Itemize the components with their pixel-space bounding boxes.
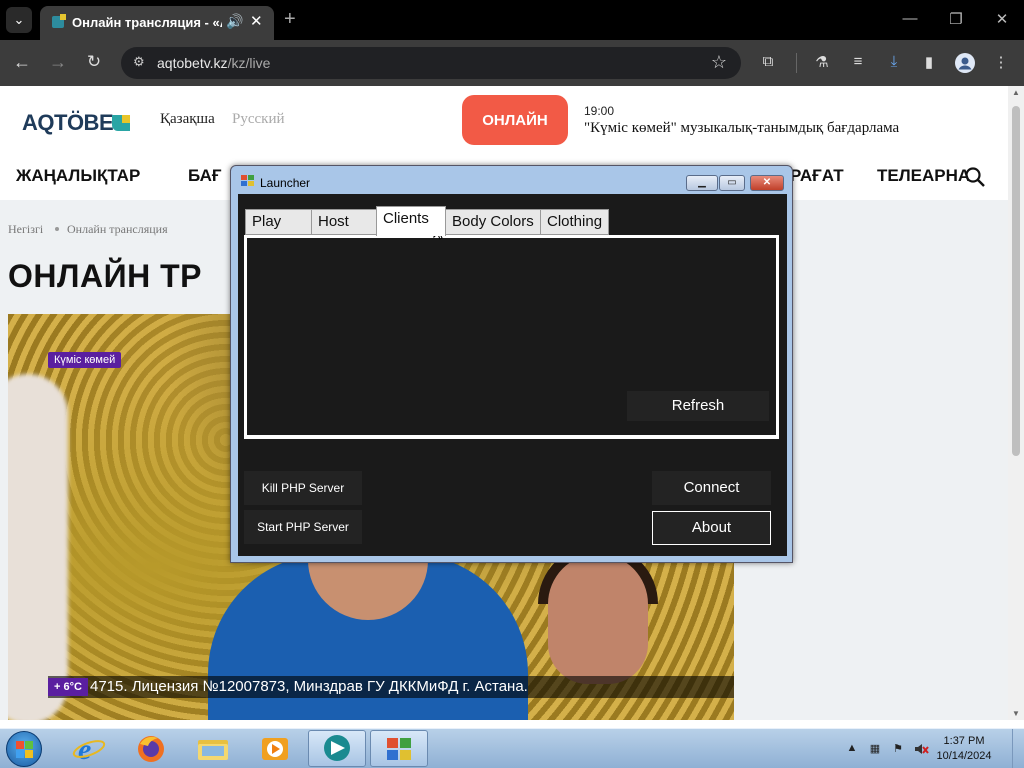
video-performer-left bbox=[8, 374, 68, 720]
browser-tab-bar: ⌄ Онлайн трансляция - «AQ 🔊 ✕ + — ❐ ✕ bbox=[0, 0, 1024, 40]
start-button[interactable] bbox=[6, 731, 42, 767]
firefox-icon[interactable] bbox=[122, 730, 180, 767]
news-ticker: + 6°C 4715. Лицензия №12007873, Минздрав… bbox=[48, 676, 734, 698]
logo-mark-icon bbox=[112, 115, 130, 131]
site-logo[interactable]: AQTÖBE bbox=[22, 110, 114, 136]
close-button[interactable]: ✕ bbox=[990, 10, 1014, 28]
breadcrumb-current: Онлайн трансляция bbox=[67, 222, 168, 236]
breadcrumb-home[interactable]: Негізгі bbox=[8, 222, 43, 237]
launcher-app-icon bbox=[241, 175, 255, 187]
scroll-up-icon[interactable]: ▲ bbox=[1012, 88, 1020, 97]
launcher-client-area: Play Host Clients Body Colors Clothing R… bbox=[238, 194, 787, 556]
minimize-button[interactable]: — bbox=[898, 10, 922, 27]
profile-avatar-icon[interactable] bbox=[954, 53, 976, 73]
restore-button[interactable]: ❐ bbox=[944, 10, 968, 28]
breadcrumb-separator bbox=[55, 227, 59, 231]
show-badge: Күміс көмей bbox=[48, 352, 122, 368]
media-control-icon[interactable]: ≡ bbox=[847, 53, 869, 73]
bookmark-star-icon[interactable]: ☆ bbox=[711, 52, 727, 73]
online-button[interactable]: ОНЛАЙН bbox=[462, 95, 568, 145]
search-icon[interactable] bbox=[964, 166, 986, 188]
reload-icon[interactable]: ↻ bbox=[82, 52, 106, 72]
page-title: ОНЛАЙН ТР bbox=[8, 258, 202, 294]
media-player-icon[interactable] bbox=[246, 730, 304, 767]
launcher-title: Launcher bbox=[260, 176, 311, 190]
clock-date: 10/14/2024 bbox=[936, 750, 992, 762]
schedule-time: 19:00 bbox=[584, 104, 615, 118]
menu-kebab-icon[interactable]: ⋮ bbox=[990, 53, 1012, 73]
lang-kazakh[interactable]: Қазақша bbox=[160, 111, 215, 128]
tab-clothing[interactable]: Clothing bbox=[540, 209, 609, 235]
windows-app-icon[interactable] bbox=[370, 730, 428, 767]
launcher-app-icon[interactable] bbox=[308, 730, 366, 767]
new-tab-icon[interactable]: + bbox=[284, 8, 296, 31]
start-php-server-button[interactable]: Start PHP Server bbox=[244, 510, 362, 544]
tab-search-icon[interactable]: ⌄ bbox=[6, 7, 32, 33]
show-desktop-button[interactable] bbox=[1012, 729, 1024, 768]
action-center-flag-icon[interactable]: ⚑ bbox=[890, 742, 906, 756]
tab-clients[interactable]: Clients bbox=[376, 206, 446, 236]
page-scrollbar[interactable]: ▲ ▼ bbox=[1008, 86, 1024, 720]
tab-body-colors[interactable]: Body Colors bbox=[445, 209, 541, 235]
launcher-maximize-button[interactable]: ▭ bbox=[719, 175, 745, 191]
video-performer-right bbox=[548, 554, 648, 684]
back-icon[interactable]: ← bbox=[10, 52, 34, 73]
about-button[interactable]: About bbox=[652, 511, 771, 545]
side-panel-icon[interactable]: ▮ bbox=[918, 53, 940, 73]
download-icon[interactable]: ⤓ bbox=[883, 53, 905, 73]
refresh-button[interactable]: Refresh bbox=[627, 391, 769, 421]
tab-play[interactable]: Play bbox=[245, 209, 312, 235]
clock-time: 1:37 PM bbox=[943, 735, 985, 747]
tab-host[interactable]: Host bbox=[311, 209, 377, 235]
temperature-badge: + 6°C bbox=[48, 678, 88, 696]
menu-item-channel[interactable]: ТЕЛЕАРНА bbox=[877, 166, 970, 186]
connect-button[interactable]: Connect bbox=[652, 471, 771, 505]
lang-russian[interactable]: Русский bbox=[232, 111, 285, 128]
tray-expand-icon[interactable]: ▲ bbox=[844, 742, 860, 756]
schedule-title: "Күміс көмей" музыкалық-танымдық бағдарл… bbox=[584, 120, 900, 136]
launcher-window: Launcher ▁ ▭ ✕ Play Host Clients Body Co… bbox=[230, 165, 793, 563]
ticker-text: 4715. Лицензия №12007873, Минздрав ГУ ДК… bbox=[90, 678, 528, 695]
site-info-icon[interactable]: ⚙ bbox=[133, 54, 145, 70]
internet-explorer-icon[interactable]: e bbox=[60, 730, 118, 767]
scrollbar-thumb[interactable] bbox=[1012, 106, 1020, 456]
taskbar: e ▲ ▦ ⚑ 1:37 PM 10/14/2024 bbox=[0, 728, 1024, 768]
tab-title: Онлайн трансляция - «AQ bbox=[72, 15, 222, 30]
tab-close-icon[interactable]: ✕ bbox=[250, 12, 263, 30]
labs-icon[interactable]: ⚗ bbox=[811, 53, 833, 73]
forward-icon[interactable]: → bbox=[46, 52, 70, 73]
svg-text:e: e bbox=[78, 733, 91, 766]
file-explorer-icon[interactable] bbox=[184, 730, 242, 767]
extensions-icon[interactable]: ⧉ bbox=[757, 53, 779, 73]
speaker-icon[interactable]: 🔊 bbox=[226, 13, 243, 30]
launcher-close-button[interactable]: ✕ bbox=[750, 175, 784, 191]
browser-toolbar: ← → ↻ ⚙ aqtobetv.kz/kz/live ☆ ⧉ ⚗ ≡ ⤓ ▮ … bbox=[0, 40, 1024, 86]
address-bar[interactable]: ⚙ aqtobetv.kz/kz/live ☆ bbox=[121, 47, 741, 79]
browser-tab[interactable]: Онлайн трансляция - «AQ 🔊 ✕ bbox=[40, 6, 274, 40]
toolbar-divider bbox=[796, 53, 797, 73]
menu-item-programs[interactable]: БАҒ bbox=[188, 166, 222, 186]
system-clock[interactable]: 1:37 PM 10/14/2024 bbox=[924, 734, 1004, 764]
kill-php-server-button[interactable]: Kill PHP Server bbox=[244, 471, 362, 505]
network-icon[interactable]: ▦ bbox=[867, 742, 883, 756]
url-text: aqtobetv.kz/kz/live bbox=[157, 55, 271, 71]
site-favicon-icon bbox=[52, 14, 66, 28]
menu-item-info[interactable]: РАҒАТ bbox=[790, 166, 844, 186]
launcher-minimize-button[interactable]: ▁ bbox=[686, 175, 718, 191]
scroll-down-icon[interactable]: ▼ bbox=[1012, 709, 1020, 718]
menu-item-news[interactable]: ЖАҢАЛЫҚТАР bbox=[16, 166, 140, 186]
